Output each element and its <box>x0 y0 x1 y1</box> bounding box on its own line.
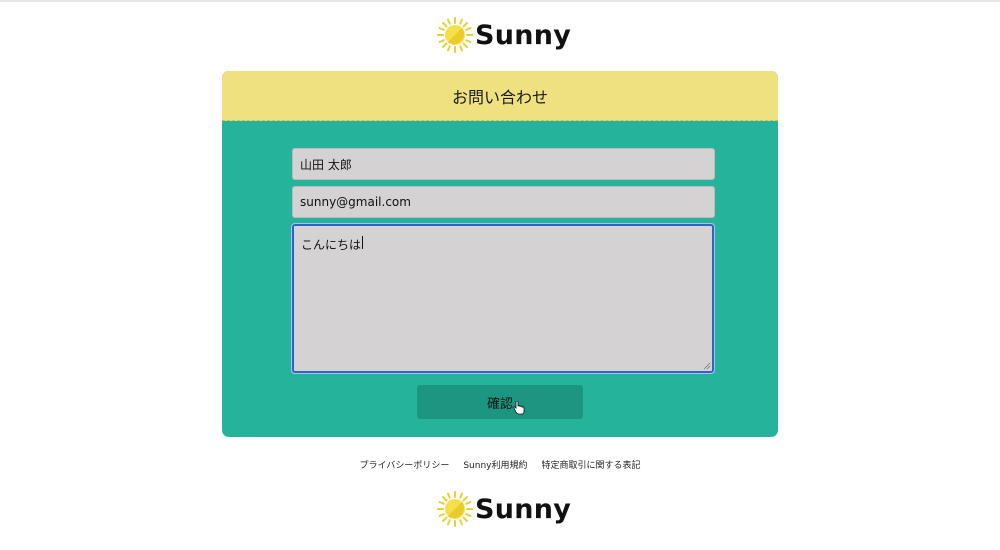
text-caret <box>362 236 364 249</box>
footer-link-terms[interactable]: Sunny利用規約 <box>463 458 527 471</box>
header-logo[interactable]: Sunny <box>437 17 571 53</box>
sun-icon <box>437 491 473 527</box>
footer-links: プライバシーポリシー Sunny利用規約 特定商取引に関する表記 <box>0 458 1000 471</box>
email-field[interactable]: sunny@gmail.com <box>292 186 715 218</box>
card-header: お問い合わせ <box>222 71 778 121</box>
brand-name: Sunny <box>475 19 572 51</box>
top-border <box>0 0 1000 2</box>
footer-link-privacy[interactable]: プライバシーポリシー <box>360 458 450 471</box>
footer-logo[interactable]: Sunny <box>437 491 571 527</box>
page-title: お問い合わせ <box>451 87 548 107</box>
message-value: こんにちは <box>301 238 362 252</box>
brand-name: Sunny <box>475 493 572 525</box>
sun-icon <box>437 17 473 53</box>
confirm-button-label: 確認 <box>486 396 513 412</box>
footer-link-commercial-law[interactable]: 特定商取引に関する表記 <box>541 458 640 471</box>
resize-grip-icon[interactable] <box>703 362 711 370</box>
confirm-button[interactable]: 確認 <box>417 385 583 419</box>
hand-pointer-icon <box>513 401 525 415</box>
name-value: 山田 太郎 <box>300 157 352 172</box>
contact-form-card: お問い合わせ 山田 太郎 sunny@gmail.com こんにちは 確認 <box>222 71 778 437</box>
message-textarea[interactable]: こんにちは <box>291 223 715 374</box>
email-value: sunny@gmail.com <box>300 195 411 209</box>
name-field[interactable]: 山田 太郎 <box>292 148 715 180</box>
